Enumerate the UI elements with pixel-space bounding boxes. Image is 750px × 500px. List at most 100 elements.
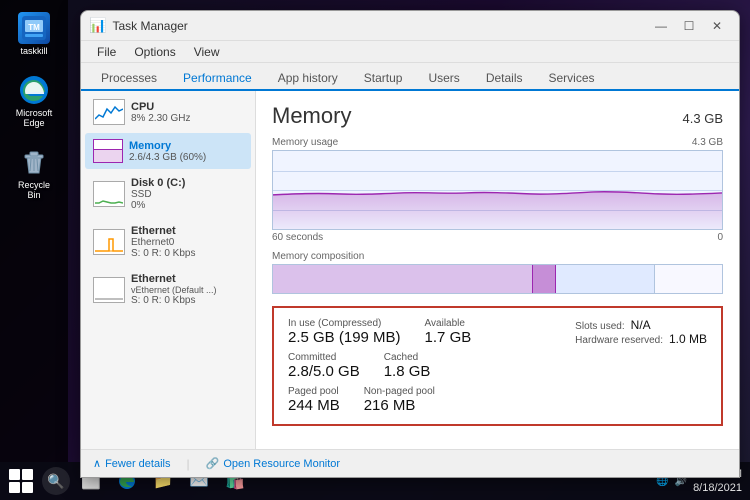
recycle-bin-icon[interactable]: Recycle Bin	[10, 142, 58, 204]
stat-nonpaged: Non-paged pool 216 MB	[364, 386, 435, 414]
fewer-details-label: Fewer details	[105, 458, 170, 470]
search-bar[interactable]: 🔍	[42, 467, 70, 495]
task-manager-window: 📊 Task Manager — ☐ ✕ File Options View P…	[80, 10, 740, 478]
disk-sub2: SSD	[131, 189, 243, 200]
comp-free	[655, 265, 722, 293]
tab-performance[interactable]: Performance	[171, 67, 264, 91]
start-button[interactable]	[0, 462, 42, 500]
tab-bar: Processes Performance App history Startu…	[81, 63, 739, 91]
slots-label: Slots used:	[575, 321, 624, 332]
memory-usage-chart	[272, 150, 723, 230]
panel-total-value: 4.3 GB	[683, 111, 723, 126]
taskkill-label: taskkill	[20, 46, 47, 56]
cpu-chart-icon	[93, 99, 125, 125]
stat-committed: Committed 2.8/5.0 GB	[288, 352, 360, 380]
nonpaged-value: 216 MB	[364, 397, 435, 414]
ethernet0-sub: S: 0 R: 0 Kbps	[131, 248, 243, 259]
taskkill-icon[interactable]: TM taskkill	[10, 8, 58, 60]
stats-row-3: Paged pool 244 MB Non-paged pool 216 MB	[288, 386, 707, 414]
in-use-label: In use (Compressed)	[288, 318, 401, 329]
stat-in-use: In use (Compressed) 2.5 GB (199 MB)	[288, 318, 401, 346]
available-value: 1.7 GB	[425, 329, 472, 346]
memory-item-text: Memory 2.6/4.3 GB (60%)	[129, 140, 243, 163]
memory-chart-icon	[93, 139, 123, 163]
memory-usage-section: Memory usage 4.3 GB	[272, 137, 723, 243]
ethernet0-item-text: Ethernet Ethernet0 S: 0 R: 0 Kbps	[131, 225, 243, 259]
open-resource-monitor-button[interactable]: 🔗 Open Resource Monitor	[206, 457, 340, 470]
available-label: Available	[425, 318, 472, 329]
chart-time-left: 60 seconds	[272, 232, 323, 243]
fewer-details-button[interactable]: ∧ Fewer details	[93, 457, 170, 470]
paged-label: Paged pool	[288, 386, 340, 397]
title-bar-icon: 📊	[89, 17, 106, 34]
edge-img	[18, 74, 50, 106]
disk-sub: 0%	[131, 200, 243, 211]
ethernet1-sub: S: 0 R: 0 Kbps	[131, 295, 243, 306]
nonpaged-label: Non-paged pool	[364, 386, 435, 397]
cpu-sub: 8% 2.30 GHz	[131, 113, 243, 124]
ethernet0-chart-icon	[93, 229, 125, 255]
comp-in-use	[273, 265, 533, 293]
comp-label: Memory composition	[272, 251, 723, 262]
tab-startup[interactable]: Startup	[352, 67, 415, 89]
sidebar-item-memory[interactable]: Memory 2.6/4.3 GB (60%)	[85, 133, 251, 169]
cpu-item-text: CPU 8% 2.30 GHz	[131, 101, 243, 124]
menu-file[interactable]: File	[89, 43, 124, 61]
sidebar-item-ethernet0[interactable]: Ethernet Ethernet0 S: 0 R: 0 Kbps	[85, 219, 251, 265]
tab-processes[interactable]: Processes	[89, 67, 169, 89]
slots-value: N/A	[631, 318, 651, 332]
stats-row-1: In use (Compressed) 2.5 GB (199 MB) Avai…	[288, 318, 707, 346]
disk-item-text: Disk 0 (C:) SSD 0%	[131, 177, 243, 211]
minimize-button[interactable]: —	[647, 14, 675, 38]
edge-label: Microsoft Edge	[12, 108, 56, 128]
close-button[interactable]: ✕	[703, 14, 731, 38]
chevron-up-icon: ∧	[93, 457, 101, 470]
chart-time-labels: 60 seconds 0	[272, 232, 723, 243]
disk-name: Disk 0 (C:)	[131, 177, 243, 189]
hardware-value: 1.0 MB	[669, 332, 707, 346]
cached-value: 1.8 GB	[384, 363, 431, 380]
memory-name: Memory	[129, 140, 243, 152]
chart-max-label: 4.3 GB	[692, 137, 723, 148]
tab-details[interactable]: Details	[474, 67, 535, 89]
ethernet1-sub2: vEthernet (Default ...)	[131, 285, 231, 295]
stats-row-2: Committed 2.8/5.0 GB Cached 1.8 GB	[288, 352, 707, 380]
sidebar-item-ethernet1[interactable]: Ethernet vEthernet (Default ...) S: 0 R:…	[85, 267, 251, 312]
svg-text:TM: TM	[28, 23, 40, 32]
menu-options[interactable]: Options	[126, 43, 183, 61]
memory-usage-svg	[273, 151, 722, 229]
menu-view[interactable]: View	[186, 43, 228, 61]
resource-monitor-label: Open Resource Monitor	[223, 458, 340, 470]
title-bar: 📊 Task Manager — ☐ ✕	[81, 11, 739, 41]
committed-value: 2.8/5.0 GB	[288, 363, 360, 380]
ethernet0-sub2: Ethernet0	[131, 237, 243, 248]
cached-label: Cached	[384, 352, 431, 363]
stat-slots: Slots used: N/A Hardware reserved: 1.0 M…	[575, 318, 707, 346]
maximize-button[interactable]: ☐	[675, 14, 703, 38]
panel-title: Memory	[272, 103, 351, 129]
cpu-name: CPU	[131, 101, 243, 113]
stats-box: In use (Compressed) 2.5 GB (199 MB) Avai…	[272, 306, 723, 426]
recycle-img	[18, 146, 50, 178]
tab-users[interactable]: Users	[416, 67, 471, 89]
ethernet0-name: Ethernet	[131, 225, 243, 237]
footer-separator: |	[186, 457, 189, 471]
desktop-sidebar: TM taskkill Microsoft Edge Recycl	[0, 0, 68, 470]
tab-services[interactable]: Services	[537, 67, 607, 89]
footer: ∧ Fewer details | 🔗 Open Resource Monito…	[81, 449, 739, 477]
sidebar-item-disk[interactable]: Disk 0 (C:) SSD 0%	[85, 171, 251, 217]
stat-available: Available 1.7 GB	[425, 318, 472, 346]
stat-paged: Paged pool 244 MB	[288, 386, 340, 414]
recycle-label: Recycle Bin	[12, 180, 56, 200]
panel-header: Memory 4.3 GB	[272, 103, 723, 129]
main-content: CPU 8% 2.30 GHz Memory 2.6/4.3 GB (60%)	[81, 91, 739, 449]
tab-app-history[interactable]: App history	[266, 67, 350, 89]
sidebar-item-cpu[interactable]: CPU 8% 2.30 GHz	[85, 93, 251, 131]
stat-cached: Cached 1.8 GB	[384, 352, 431, 380]
memory-composition-section: Memory composition	[272, 251, 723, 294]
edge-icon[interactable]: Microsoft Edge	[10, 70, 58, 132]
chart-label: Memory usage	[272, 137, 338, 148]
committed-label: Committed	[288, 352, 360, 363]
sidebar: CPU 8% 2.30 GHz Memory 2.6/4.3 GB (60%)	[81, 91, 256, 449]
ethernet1-chart-icon	[93, 277, 125, 303]
